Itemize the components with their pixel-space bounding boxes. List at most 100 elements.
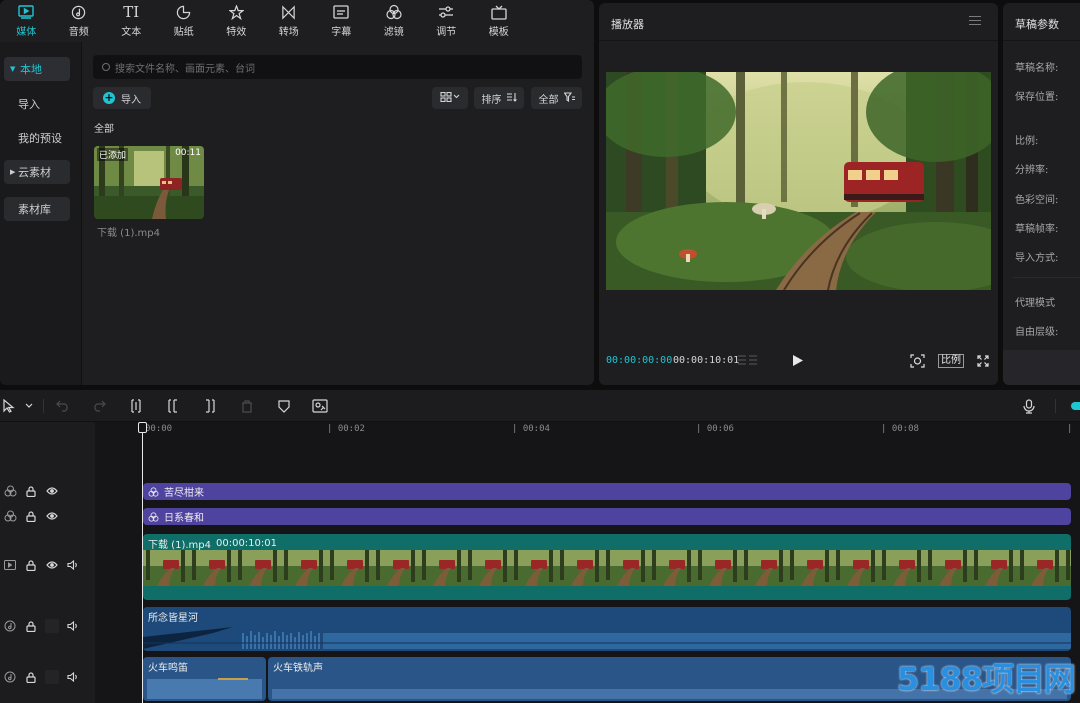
effect-clip-1[interactable]: 苦尽柑来 — [143, 483, 1071, 500]
sort-icon — [506, 92, 517, 105]
speaker-icon[interactable] — [66, 619, 80, 633]
split-icon — [131, 399, 141, 413]
placeholder-slot — [45, 619, 59, 633]
audio-clip-label: 所念皆星河 — [148, 613, 198, 624]
effect-clip-icon — [148, 486, 159, 497]
tab-media[interactable]: 媒体 — [0, 0, 53, 42]
audio-clip-2a[interactable]: 火车鸣笛 — [143, 657, 266, 701]
view-mode-button[interactable] — [432, 87, 468, 109]
undo-button[interactable] — [55, 398, 71, 414]
param-frame-rate: 草稿帧率: — [1015, 224, 1059, 235]
tab-audio-label: 音频 — [68, 27, 89, 38]
select-tool-button[interactable] — [1, 398, 17, 414]
speaker-icon[interactable] — [66, 558, 80, 572]
search-input[interactable]: 搜索文件名称、画面元素、台词 — [93, 55, 582, 79]
tab-filter[interactable]: 滤镜 — [368, 0, 421, 42]
clip-file-name: 下载 (1).mp4 — [97, 228, 160, 239]
trim-left-button[interactable] — [165, 398, 181, 414]
delete-button[interactable] — [239, 398, 255, 414]
param-resolution: 分辨率: — [1015, 165, 1049, 176]
tab-transition-label: 转场 — [278, 27, 299, 38]
params-divider — [1013, 277, 1080, 278]
sidebar-item-cloud[interactable]: ▶ 云素材 — [4, 160, 70, 184]
playhead-handle[interactable] — [138, 422, 147, 433]
audio-track-2-controls — [3, 669, 80, 685]
select-tool-dropdown[interactable] — [21, 398, 37, 414]
tab-subtitle[interactable]: 字幕 — [315, 0, 368, 42]
section-label: 全部 — [94, 124, 114, 135]
media-clip-thumbnail[interactable]: 已添加 00:11 — [94, 146, 204, 219]
timeline: 封面 00:00 | 00:02 | 00:04 | 00:06 | 00:08… — [0, 390, 1080, 703]
ruler-tick: | 00:02 — [327, 424, 365, 434]
undo-icon — [56, 400, 68, 412]
filter-funnel-icon — [562, 91, 575, 105]
effect-track-icon — [3, 509, 17, 523]
lock-icon[interactable] — [24, 509, 38, 523]
param-ratio: 比例: — [1015, 136, 1039, 147]
marker-button[interactable] — [276, 398, 292, 414]
video-preview[interactable] — [606, 72, 991, 290]
trim-right-button[interactable] — [202, 398, 218, 414]
timecode-format-icon[interactable] — [738, 354, 758, 370]
menu-icon[interactable] — [969, 16, 981, 28]
effect-clip-label: 日系春和 — [164, 513, 204, 524]
trim-right-icon — [206, 399, 215, 413]
eye-icon[interactable] — [45, 558, 59, 572]
tab-template-label: 模板 — [488, 27, 509, 38]
redo-button[interactable] — [91, 398, 107, 414]
tab-sticker[interactable]: 贴纸 — [158, 0, 211, 42]
playhead[interactable] — [142, 422, 143, 703]
effect-clip-2[interactable]: 日系春和 — [143, 508, 1071, 525]
search-icon — [102, 63, 110, 71]
tab-adjust[interactable]: 调节 — [420, 0, 473, 42]
param-proxy-mode: 代理模式 — [1015, 298, 1055, 309]
sidebar-item-label: 云素材 — [18, 166, 51, 179]
sidebar-item-local[interactable]: ▼ 本地 — [4, 57, 70, 81]
lock-icon[interactable] — [24, 619, 38, 633]
video-clip-name: 下载 (1).mp4 — [148, 540, 211, 551]
lock-icon[interactable] — [24, 558, 38, 572]
collapse-arrow-icon: ▶ — [10, 168, 16, 176]
auto-cutout-button[interactable] — [312, 398, 328, 414]
record-voice-button[interactable] — [1021, 398, 1037, 414]
tab-transition[interactable]: 转场 — [263, 0, 316, 42]
sidebar-item-import[interactable]: 导入 — [4, 92, 70, 116]
main-track-toggle[interactable] — [1071, 402, 1080, 410]
image-edit-icon — [312, 399, 328, 413]
param-color-space: 色彩空间: — [1015, 195, 1059, 206]
player-panel: 播放器 00:00:00:00 00:00:10:01 比例 — [599, 3, 998, 385]
ratio-button[interactable]: 比例 — [938, 354, 964, 368]
params-footer — [1003, 350, 1080, 385]
audio-clip-1[interactable]: 所念皆星河 — [143, 607, 1071, 651]
param-draft-name: 草稿名称: — [1015, 63, 1059, 74]
toolbar-divider — [1055, 399, 1056, 413]
param-save-location: 保存位置: — [1015, 92, 1059, 103]
lock-icon[interactable] — [24, 670, 38, 684]
eye-icon[interactable] — [45, 484, 59, 498]
tab-effects-label: 特效 — [226, 27, 247, 38]
screenshot-button[interactable] — [910, 354, 925, 371]
template-icon — [491, 4, 507, 20]
tab-template[interactable]: 模板 — [473, 0, 526, 42]
speaker-icon[interactable] — [66, 670, 80, 684]
param-import-mode: 导入方式: — [1015, 253, 1059, 264]
audio-waveform — [143, 627, 1071, 649]
sidebar-item-library[interactable]: 素材库 — [4, 197, 70, 221]
expand-arrow-icon: ▼ — [10, 65, 16, 73]
current-timecode: 00:00:00:00 — [606, 355, 673, 366]
lock-icon[interactable] — [24, 484, 38, 498]
tab-text[interactable]: TI 文本 — [105, 0, 158, 42]
tab-audio[interactable]: 音频 — [53, 0, 106, 42]
fullscreen-button[interactable] — [977, 355, 989, 370]
media-sidebar: ▼ 本地 导入 我的预设 ▶ 云素材 素材库 — [0, 42, 82, 385]
tab-effects[interactable]: 特效 — [210, 0, 263, 42]
play-button[interactable] — [792, 354, 804, 370]
split-button[interactable] — [128, 398, 144, 414]
video-clip[interactable]: 下载 (1).mp4 00:00:10:01 — [143, 534, 1071, 600]
eye-icon[interactable] — [45, 509, 59, 523]
import-button[interactable]: + 导入 — [93, 87, 151, 109]
redo-icon — [94, 400, 106, 412]
sidebar-item-presets[interactable]: 我的预设 — [4, 126, 70, 150]
sort-button[interactable]: 排序 — [474, 87, 524, 109]
filter-all-button[interactable]: 全部 — [531, 87, 582, 109]
